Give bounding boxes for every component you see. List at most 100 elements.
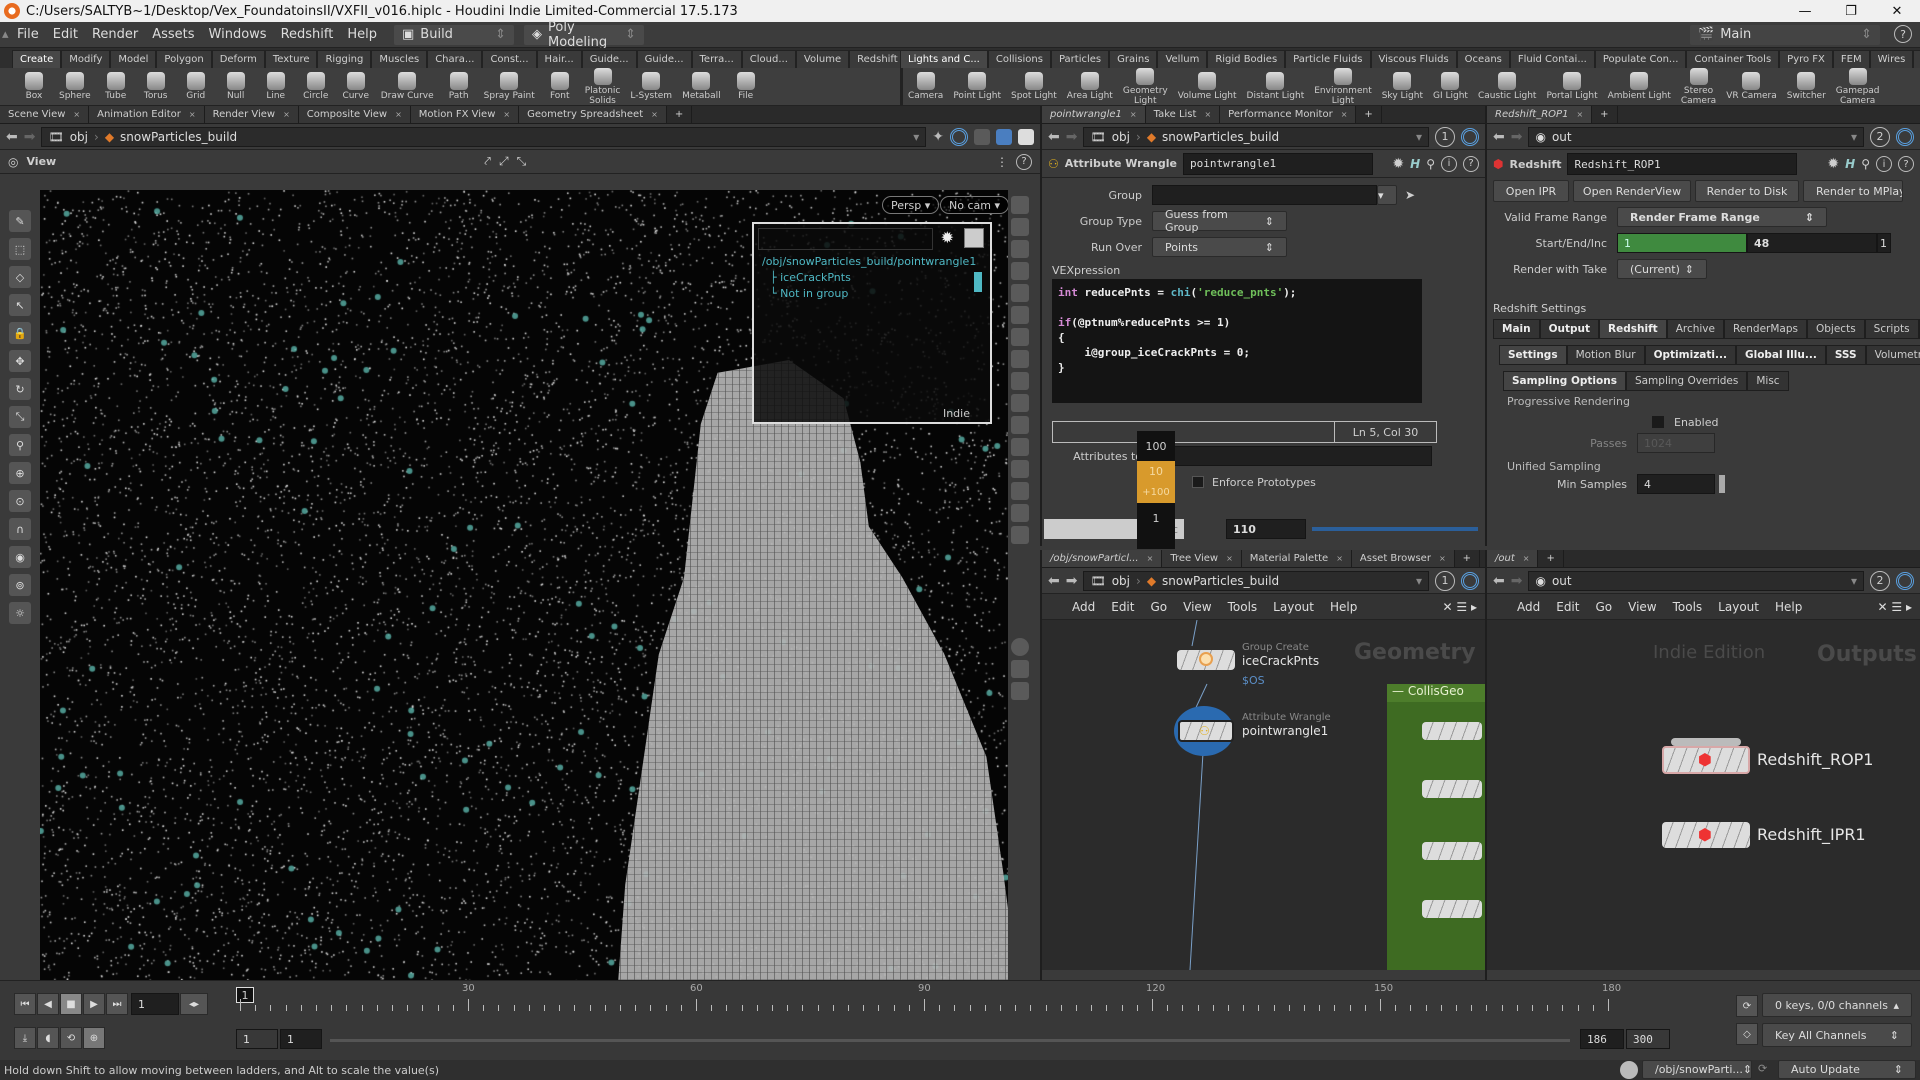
toolbar-layout-icon[interactable]: ⋮ [996, 155, 1008, 169]
pane-tab[interactable]: Render View × [204, 106, 299, 123]
pointer-icon[interactable]: ↖ [9, 294, 31, 316]
pane-tab[interactable]: Material Palette × [1241, 550, 1352, 567]
bypass-flag[interactable] [1671, 738, 1741, 746]
shelf-tab[interactable]: Oceans [1456, 50, 1510, 68]
pane-tab[interactable]: Take List × [1145, 106, 1221, 123]
group-scrollbar[interactable] [974, 272, 982, 292]
add-tab-button[interactable]: + [1592, 106, 1618, 123]
shelf-tab[interactable]: Container Tools [1686, 50, 1780, 68]
rop-path-field[interactable]: ◉ out ▾ [1528, 126, 1864, 147]
link-ring-icon[interactable] [950, 127, 968, 146]
step-frame-icon[interactable]: ◂▸ [180, 993, 208, 1015]
shelf-tool-font[interactable]: Font [540, 68, 580, 106]
group-item[interactable]: └ Not in group [754, 286, 990, 302]
render-to-mplay-button[interactable]: Render to MPlay [1803, 180, 1903, 202]
reduce-value-field[interactable]: 110 [1226, 519, 1306, 539]
shelf-tool-tube[interactable]: Tube [96, 68, 136, 106]
shelf-tab[interactable]: Rigid Bodies [1207, 50, 1286, 68]
hda-icon[interactable]: H [1410, 157, 1420, 171]
node-name-field[interactable]: pointwrangle1 [1182, 152, 1373, 175]
shelf-tab[interactable]: Polygon [156, 50, 212, 68]
close-tab-icon[interactable]: × [1439, 554, 1446, 563]
point-display-icon[interactable] [1011, 372, 1029, 390]
shelf-tool-vr-camera[interactable]: VR Camera [1721, 68, 1782, 106]
help-icon[interactable]: ? [1894, 25, 1912, 43]
search-icon[interactable]: ⚲ [1426, 157, 1435, 171]
render-to-disk-button[interactable]: Render to Disk [1695, 180, 1799, 202]
add-tab-button[interactable]: + [1356, 106, 1382, 123]
template-icon[interactable] [1011, 328, 1029, 346]
node-name-label[interactable]: iceCrackPnts [1242, 654, 1319, 668]
group-type-menu[interactable]: Guess from Group ⇕ [1152, 208, 1287, 234]
menu-help[interactable]: Help [340, 27, 384, 42]
handle-icon[interactable]: ⊕ [9, 462, 31, 484]
play-reverse-icon[interactable]: ◀ [37, 993, 59, 1015]
shelf-tab[interactable]: Guide... [581, 50, 637, 68]
shelf-tab[interactable]: Volume [795, 50, 850, 68]
pose-icon[interactable]: ⚲ [9, 434, 31, 456]
add-tab-button[interactable]: + [1538, 550, 1564, 567]
menu-edit[interactable]: Edit [46, 27, 85, 42]
gear-icon[interactable]: ✹ [1392, 156, 1404, 172]
path-obj[interactable]: obj [1112, 574, 1130, 588]
path-node[interactable]: snowParticles_build [1162, 130, 1279, 144]
shelf-tool-metaball[interactable]: Metaball [677, 68, 726, 106]
network-menu-item[interactable]: Edit [1556, 600, 1579, 614]
close-button[interactable]: ✕ [1874, 4, 1920, 19]
settings-tab[interactable]: SSS [1825, 345, 1866, 365]
wrench-icon[interactable]: ✕ ☰ ▸ [1443, 600, 1477, 614]
pane-link-number[interactable]: 2 [1870, 126, 1890, 147]
shelf-tool-circle[interactable]: Circle [296, 68, 336, 106]
shading-icon[interactable] [1011, 284, 1029, 302]
shelf-tab[interactable]: Terra... [691, 50, 742, 68]
shelf-tool-distant-light[interactable]: Distant Light [1242, 68, 1310, 106]
collision-node[interactable] [1422, 722, 1482, 740]
shelf-tool-volume-light[interactable]: Volume Light [1173, 68, 1242, 106]
end-frame-field[interactable]: 48 [1747, 233, 1877, 253]
pane-link-number[interactable]: 1 [1435, 570, 1455, 591]
move-icon[interactable]: ✥ [9, 350, 31, 372]
transform-tool-icon[interactable]: ⤢ [499, 154, 509, 169]
range-end-field[interactable]: 186 [1580, 1029, 1624, 1049]
hda-icon[interactable]: H [1845, 157, 1855, 171]
forward-arrow-icon[interactable]: ➡ [1511, 129, 1523, 145]
settings-tab[interactable]: Main [1493, 319, 1540, 339]
settings-tab[interactable]: Output [1539, 319, 1600, 339]
value-ladder[interactable]: 100 10 +100 1 [1137, 431, 1175, 549]
shelf-tool-l-system[interactable]: L-System [625, 68, 677, 106]
collapse-handle[interactable]: ▴ [0, 27, 10, 42]
jump-end-icon[interactable]: ⏭ [106, 993, 128, 1015]
settings-tab[interactable]: Scripts [1864, 319, 1919, 339]
paint-brush-icon[interactable]: ✎ [9, 210, 31, 232]
valid-range-menu[interactable]: Render Frame Range ⇕ [1617, 207, 1827, 227]
back-arrow-icon[interactable]: ⬅ [1048, 573, 1060, 589]
refresh-icon[interactable]: ⟳ [1758, 1062, 1767, 1075]
path-node[interactable]: snowParticles_build [1162, 574, 1279, 588]
group-item[interactable]: ├ iceCrackPnts [754, 270, 990, 286]
shelf-tab[interactable]: Hair... [536, 50, 582, 68]
start-frame-field[interactable]: 1 [1617, 233, 1747, 253]
settings-tab[interactable]: Objects [1807, 319, 1865, 339]
shelf-tool-environment-light[interactable]: Environment Light [1309, 67, 1376, 106]
shelf-tool-path[interactable]: Path [439, 68, 479, 106]
add-tab-button[interactable]: + [667, 106, 693, 123]
collision-node[interactable] [1422, 842, 1482, 860]
node-name-label[interactable]: pointwrangle1 [1242, 724, 1328, 738]
settings-tab[interactable]: Misc [1747, 371, 1789, 391]
shelf-tab[interactable]: Vellum [1157, 50, 1208, 68]
pane-tab[interactable]: Animation Editor × [89, 106, 205, 123]
shelf-tab[interactable]: Rigging [317, 50, 372, 68]
node-name-label[interactable]: Redshift_IPR1 [1757, 825, 1866, 844]
shelf-tool-box[interactable]: Box [14, 68, 54, 106]
jump-start-icon[interactable]: ⏮ [14, 993, 36, 1015]
display-toggle-icon[interactable] [964, 228, 984, 248]
grid-icon[interactable] [1011, 482, 1029, 500]
forward-arrow-icon[interactable]: ➡ [24, 129, 36, 145]
minimize-button[interactable]: — [1782, 4, 1828, 19]
pane-link-number[interactable]: 1 [1435, 126, 1455, 147]
shelf-tab[interactable]: Muscles [371, 50, 428, 68]
close-tab-icon[interactable]: × [1341, 110, 1348, 119]
realtime-icon[interactable]: ⤓ [14, 1027, 36, 1049]
shelf-tab[interactable]: Guide... [636, 50, 692, 68]
shelf-tab[interactable]: Texture [264, 50, 318, 68]
